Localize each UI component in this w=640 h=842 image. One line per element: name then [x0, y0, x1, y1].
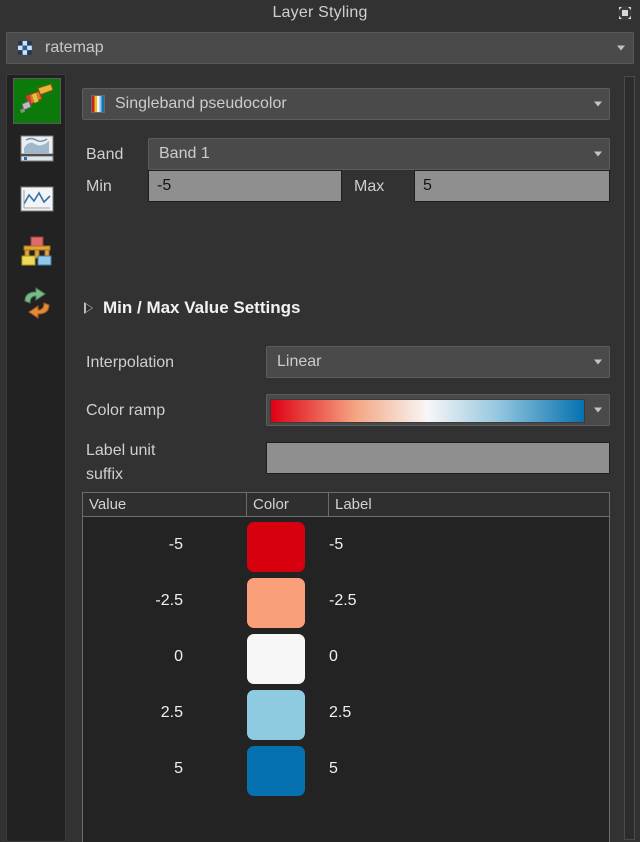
cell-value[interactable]: 2.5 [83, 685, 231, 741]
band-label: Band [86, 146, 124, 163]
min-max-value-settings-expander[interactable]: Min / Max Value Settings [84, 298, 300, 318]
table-row[interactable]: 55 [83, 741, 609, 797]
float-dock-icon[interactable] [614, 3, 636, 23]
layer-name-label: ratemap [45, 39, 104, 56]
chevron-down-icon[interactable] [594, 151, 602, 157]
color-ramp-combo[interactable] [266, 394, 610, 426]
styling-sidebar [6, 74, 66, 842]
cell-value[interactable]: -2.5 [83, 573, 231, 629]
renderer-type-combo[interactable]: Singleband pseudocolor [82, 88, 610, 120]
chevron-down-icon[interactable] [617, 45, 625, 51]
map-transparency-icon [19, 134, 55, 169]
sidebar-item-rendering[interactable] [13, 230, 61, 276]
sidebar-item-transparency[interactable] [13, 128, 61, 174]
interpolation-combo[interactable]: Linear [266, 346, 610, 378]
undo-redo-arrows-icon [19, 286, 55, 324]
paintbrush-icon [18, 82, 56, 121]
styling-main-area: Singleband pseudocolor Band Band 1 Min -… [74, 74, 618, 842]
table-row[interactable]: -2.5 -2.5 [83, 573, 609, 629]
cell-label[interactable]: -5 [329, 517, 343, 573]
sidebar-item-symbology[interactable] [13, 78, 61, 124]
cell-label[interactable]: 0 [329, 629, 338, 685]
cell-value[interactable]: -5 [83, 517, 231, 573]
raster-layer-icon [15, 38, 35, 58]
interpolation-value: Linear [277, 353, 322, 370]
cell-color-swatch[interactable] [247, 522, 305, 572]
max-label: Max [354, 178, 385, 195]
label-unit-suffix-input[interactable] [266, 442, 610, 474]
band-combo[interactable]: Band 1 [148, 138, 610, 170]
cell-color-swatch[interactable] [247, 578, 305, 628]
cell-value[interactable]: 5 [83, 741, 231, 797]
sidebar-item-history[interactable] [13, 282, 61, 328]
table-header-row: Value Color Label [83, 493, 609, 517]
interpolation-label: Interpolation [86, 354, 175, 371]
table-body: -5 -5 -2.5 -2.5 0 0 2.5 2.5 5 5 [83, 517, 609, 797]
color-ramp-preview [270, 399, 585, 423]
vertical-scrollbar[interactable] [622, 74, 636, 842]
cell-color-swatch[interactable] [247, 690, 305, 740]
column-header-value[interactable]: Value [83, 493, 247, 516]
color-map-table: Value Color Label -5 -5 -2.5 -2.5 0 0 2.5 2.5 5 5 [82, 492, 610, 842]
column-header-label[interactable]: Label [329, 493, 610, 516]
chevron-down-icon[interactable] [594, 359, 602, 365]
triangle-right-icon [84, 302, 93, 314]
page-title: Layer Styling [272, 4, 368, 21]
max-input[interactable]: 5 [414, 170, 610, 202]
label-unit-suffix-label-line2: suffix [86, 466, 124, 483]
cell-value[interactable]: 0 [83, 629, 231, 685]
max-input-value: 5 [423, 177, 432, 194]
min-input[interactable]: -5 [148, 170, 342, 202]
scrollbar-track[interactable] [624, 76, 635, 840]
band-value: Band 1 [159, 145, 210, 162]
label-unit-suffix-label-line1: Label unit [86, 442, 156, 459]
table-row[interactable]: 2.5 2.5 [83, 685, 609, 741]
cell-color-swatch[interactable] [247, 634, 305, 684]
layer-styling-panel: Layer Styling ratemap Singleband pseudoc… [0, 0, 640, 842]
histogram-chart-icon [19, 184, 55, 219]
table-row[interactable]: 00 [83, 629, 609, 685]
min-label: Min [86, 178, 112, 195]
renderer-type-value: Singleband pseudocolor [115, 95, 287, 112]
min-input-value: -5 [157, 177, 172, 194]
panel-title-bar: Layer Styling [0, 0, 640, 28]
min-max-value-settings-label: Min / Max Value Settings [103, 298, 301, 317]
color-ramp-stripes-icon [91, 95, 105, 113]
color-ramp-label: Color ramp [86, 402, 166, 419]
rendering-blocks-icon [19, 235, 55, 272]
cell-label[interactable]: -2.5 [329, 573, 357, 629]
cell-label[interactable]: 5 [329, 741, 338, 797]
chevron-down-icon[interactable] [594, 101, 602, 107]
table-row[interactable]: -5 -5 [83, 517, 609, 573]
layer-selector-combo[interactable]: ratemap [6, 32, 634, 64]
sidebar-item-histogram[interactable] [13, 178, 61, 224]
cell-label[interactable]: 2.5 [329, 685, 351, 741]
column-header-color[interactable]: Color [247, 493, 329, 516]
cell-color-swatch[interactable] [247, 746, 305, 796]
chevron-down-icon[interactable] [594, 407, 602, 413]
